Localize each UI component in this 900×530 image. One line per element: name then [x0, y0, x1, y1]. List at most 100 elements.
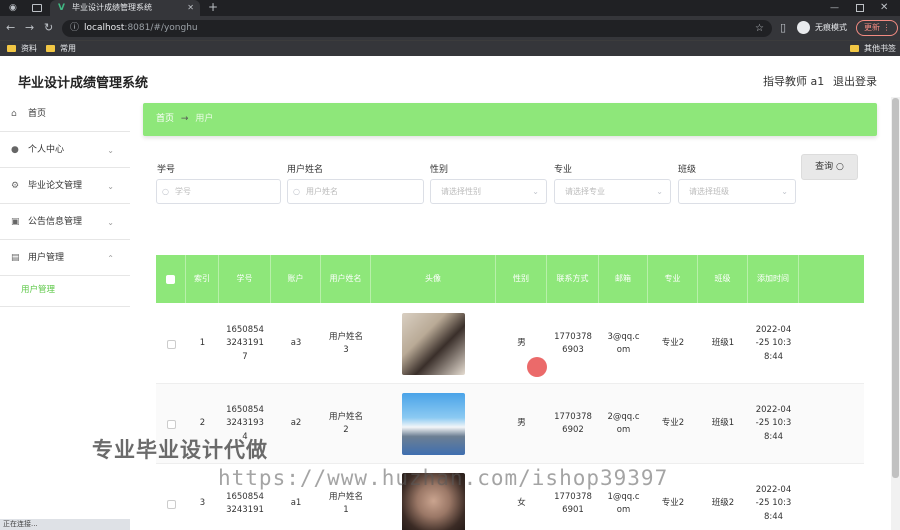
cell-class: 班级1 — [711, 338, 735, 349]
chevron-down-icon: ⌄ — [107, 182, 114, 191]
bookmark-label: 资料 — [21, 44, 37, 53]
url-host: localhost — [84, 23, 125, 33]
column-header-account[interactable]: 账户 — [271, 255, 321, 303]
cell-created-time: 2022-04 -25 10:3 8:44 — [755, 325, 792, 362]
class-select[interactable]: 请选择班级 ⌄ — [678, 179, 796, 204]
cell-phone: 1770378 6902 — [554, 411, 592, 435]
row-checkbox[interactable] — [166, 499, 176, 509]
breadcrumb: 首页 → 用户 — [143, 103, 877, 136]
chevron-down-icon: ⌄ — [532, 187, 539, 196]
column-header-major[interactable]: 专业 — [648, 255, 698, 303]
cell-major: 专业2 — [661, 418, 685, 429]
update-label: 更新 — [864, 23, 880, 32]
column-header-avatar: 头像 — [371, 255, 496, 303]
sidebar-subitem-label: 用户管理 — [21, 285, 56, 295]
tab-overview-icon[interactable] — [32, 4, 42, 12]
cell-index: 1 — [199, 338, 206, 349]
folder-icon — [46, 45, 55, 52]
url-input[interactable]: ⓘ localhost:8081/#/yonghu ☆ — [62, 20, 772, 37]
row-checkbox[interactable] — [166, 339, 176, 349]
sidebar-item-announcements[interactable]: ▣ 公告信息管理 ⌄ — [0, 205, 130, 240]
logout-button[interactable]: 退出登录 — [833, 73, 877, 89]
sidebar-item-home[interactable]: ⌂ 首页 — [0, 97, 130, 132]
column-header-student-no[interactable]: 学号 — [219, 255, 271, 303]
sidebar-item-label: 公告信息管理 — [28, 217, 83, 227]
cell-account: a2 — [290, 418, 302, 429]
row-checkbox-cell[interactable] — [156, 304, 186, 384]
breadcrumb-home[interactable]: 首页 — [156, 114, 174, 124]
reload-icon[interactable]: ↻ — [44, 16, 53, 40]
watermark-url: https://www.huzhan.com/ishop39397 — [218, 466, 669, 490]
student-no-input[interactable]: ○ 学号 — [156, 179, 281, 204]
search-icon: ○ — [162, 187, 169, 196]
cell-avatar — [371, 384, 496, 464]
browser-menu-icon[interactable]: ◉ — [9, 0, 17, 16]
search-icon: ○ — [293, 187, 300, 196]
avatar-image — [402, 393, 465, 455]
sidebar-subitem-user-management[interactable]: 用户管理 — [0, 277, 130, 307]
bookmarks-bar: 资料 常用 其他书签 — [0, 40, 900, 56]
sidebar-item-users[interactable]: ▤ 用户管理 ⌃ — [0, 241, 130, 276]
cell-avatar — [371, 304, 496, 384]
cell-created-time: 2022-04 -25 10:3 8:44 — [755, 485, 792, 522]
cell-name: 用户姓名 2 — [328, 411, 363, 435]
sidebar-item-personal-center[interactable]: ● 个人中心 ⌄ — [0, 133, 130, 168]
column-header-phone[interactable]: 联系方式 — [547, 255, 599, 303]
current-user-label[interactable]: 指导教师 a1 — [763, 73, 824, 89]
query-button[interactable]: 查询 ○ — [801, 154, 858, 180]
bookmark-folder-changyong[interactable]: 常用 — [46, 41, 76, 56]
cell-class: 班级2 — [711, 498, 735, 509]
browser-tab[interactable]: V 毕业设计成绩管理系统 ✕ — [50, 0, 200, 16]
browser-tab-title: 毕业设计成绩管理系统 — [72, 3, 152, 12]
breadcrumb-separator: → — [180, 114, 189, 124]
forward-icon[interactable]: → — [25, 16, 34, 40]
window-maximize-icon[interactable] — [856, 4, 864, 12]
username-input[interactable]: ○ 用户姓名 — [287, 179, 424, 204]
folder-icon — [7, 45, 16, 52]
tab-close-icon[interactable]: ✕ — [187, 0, 194, 16]
column-header-email[interactable]: 邮箱 — [599, 255, 648, 303]
header-select-all[interactable] — [156, 255, 186, 303]
new-tab-icon[interactable]: + — [208, 0, 218, 15]
row-checkbox[interactable] — [166, 419, 176, 429]
major-select[interactable]: 请选择专业 ⌄ — [554, 179, 671, 204]
row-checkbox-cell[interactable] — [156, 464, 186, 530]
sidebar-item-thesis[interactable]: ⚙ 毕业论文管理 ⌄ — [0, 169, 130, 204]
window-minimize-icon[interactable]: — — [830, 0, 839, 16]
window-close-icon[interactable]: ✕ — [880, 0, 888, 16]
cell-created-time: 2022-04 -25 10:3 8:44 — [755, 405, 792, 442]
browser-status-bar: 正在连接... — [0, 519, 130, 530]
column-header-gender[interactable]: 性别 — [496, 255, 547, 303]
sidebar: ⌂ 首页 ● 个人中心 ⌄ ⚙ 毕业论文管理 ⌄ ▣ 公告信息管理 ⌄ ▤ 用户… — [0, 97, 130, 530]
url-path: :8081/#/yonghu — [124, 23, 198, 33]
search-icon: ○ — [836, 162, 844, 172]
bookmark-folder-other[interactable]: 其他书签 — [850, 41, 896, 56]
incognito-label: 无痕模式 — [815, 23, 847, 32]
site-info-icon[interactable]: ⓘ — [70, 20, 79, 37]
gender-select[interactable]: 请选择性别 ⌄ — [430, 179, 547, 204]
cell-name: 用户姓名 3 — [328, 331, 363, 355]
column-header-created-time[interactable]: 添加时间 — [748, 255, 799, 303]
filter-label-class: 班级 — [678, 165, 697, 175]
filter-label-major: 专业 — [554, 165, 573, 175]
bookmark-label: 常用 — [60, 44, 76, 53]
monitor-icon: ▣ — [11, 217, 20, 227]
column-header-name[interactable]: 用户姓名 — [321, 255, 371, 303]
sidepanel-icon[interactable]: ▯ — [780, 16, 786, 40]
table-row[interactable]: 1 1650854 3243191 7 a3 用户姓名 3 男 1770378 … — [156, 304, 864, 384]
bookmark-folder-ziliao[interactable]: 资料 — [7, 41, 37, 56]
major-placeholder: 请选择专业 — [565, 187, 605, 196]
bookmark-star-icon[interactable]: ☆ — [755, 20, 764, 37]
cell-gender: 男 — [517, 418, 526, 429]
cell-student-no: 1650854 3243191 7 — [226, 325, 264, 362]
chevron-down-icon: ⌄ — [656, 187, 663, 196]
sidebar-item-label: 毕业论文管理 — [28, 181, 83, 191]
update-button[interactable]: 更新 ⋮ — [856, 20, 898, 36]
filter-label-gender: 性别 — [430, 165, 449, 175]
column-header-class[interactable]: 班级 — [698, 255, 748, 303]
scrollbar-thumb[interactable] — [892, 98, 899, 478]
app-title: 毕业设计成绩管理系统 — [18, 76, 149, 91]
back-icon[interactable]: ← — [6, 16, 15, 40]
sidebar-item-label: 个人中心 — [28, 145, 65, 155]
select-all-checkbox[interactable] — [166, 274, 175, 284]
